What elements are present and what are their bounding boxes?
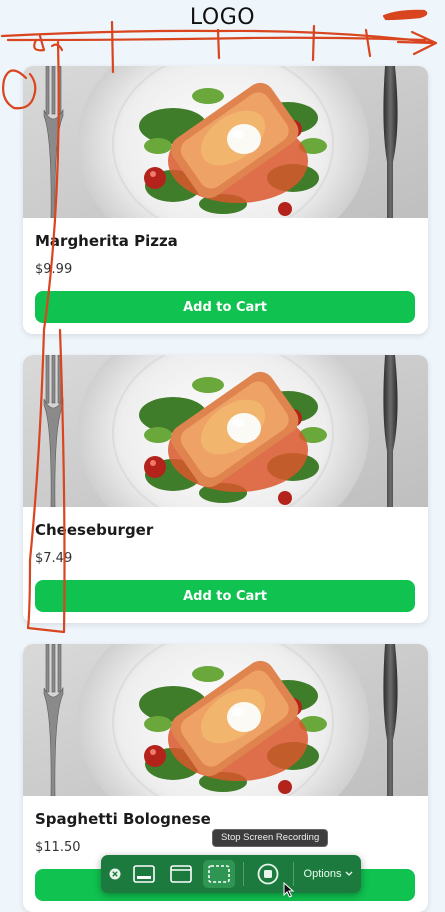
item-name: Cheeseburger [35, 521, 154, 539]
options-button[interactable]: Options [301, 860, 357, 888]
toolbar-divider [243, 862, 244, 886]
logo: LOGO [189, 5, 256, 30]
food-image [23, 644, 428, 796]
stop-recording-tooltip: Stop Screen Recording [212, 829, 329, 847]
chevron-down-icon [345, 871, 353, 876]
food-image [23, 355, 428, 507]
add-to-cart-button[interactable]: Add to Cart [35, 291, 415, 323]
item-name: Margherita Pizza [35, 232, 178, 250]
menu-card: Margherita Pizza $9.99 Add to Cart [23, 66, 428, 334]
add-to-cart-button[interactable]: Add to Cart [35, 580, 415, 612]
item-price: $9.99 [35, 262, 73, 277]
options-label: Options [303, 868, 342, 880]
stop-recording-icon[interactable] [253, 860, 283, 888]
capture-window-icon[interactable] [166, 860, 196, 888]
screen-recording-toolbar: Options [101, 855, 361, 893]
item-name: Spaghetti Bolognese [35, 810, 211, 828]
item-price: $11.50 [35, 840, 81, 855]
close-icon[interactable] [107, 860, 123, 888]
header: LOGO [0, 0, 445, 34]
capture-entire-screen-icon[interactable] [129, 860, 159, 888]
capture-selection-icon[interactable] [203, 860, 235, 888]
item-price: $7.49 [35, 551, 73, 566]
menu-card: Cheeseburger $7.49 Add to Cart [23, 355, 428, 623]
food-image [23, 66, 428, 218]
mouse-cursor-icon [283, 882, 295, 898]
